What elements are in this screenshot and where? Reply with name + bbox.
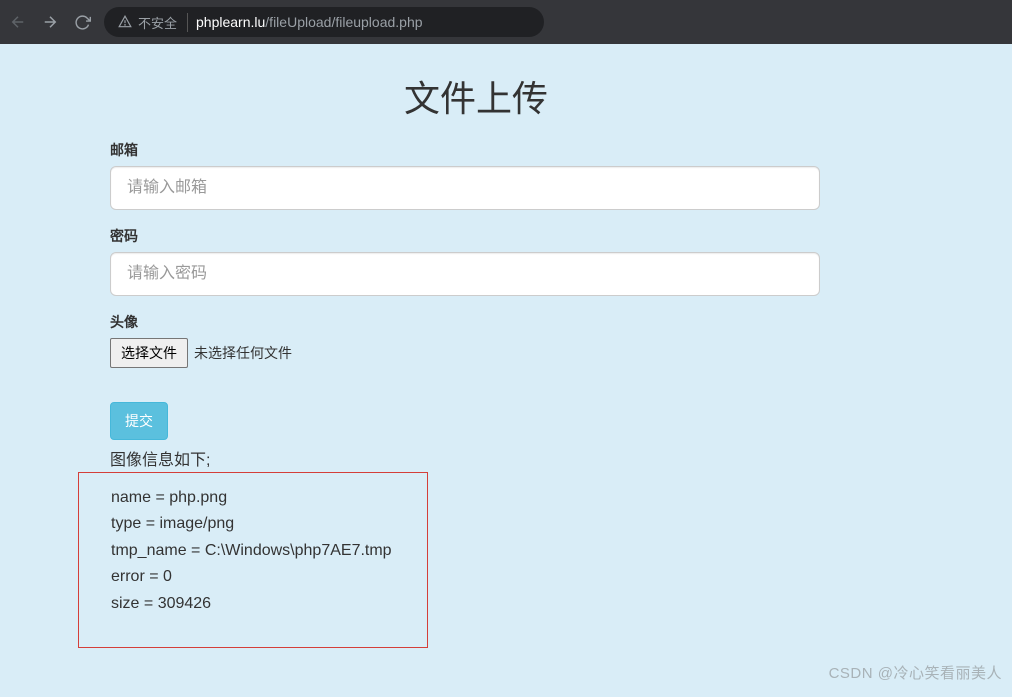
result-line: tmp_name = C:\Windows\php7AE7.tmp: [111, 538, 395, 564]
submit-button[interactable]: 提交: [110, 402, 168, 440]
result-line: size = 309426: [111, 591, 395, 617]
not-secure-indicator: 不安全: [118, 13, 188, 32]
forward-icon[interactable]: [40, 12, 60, 32]
url-text: phplearn.lu/fileUpload/fileupload.php: [196, 14, 423, 30]
avatar-label: 头像: [110, 312, 902, 332]
result-box: name = php.png type = image/png tmp_name…: [78, 472, 428, 648]
url-path: /fileUpload/fileupload.php: [265, 14, 422, 30]
password-label: 密码: [110, 226, 902, 246]
result-line: type = image/png: [111, 511, 395, 537]
address-bar[interactable]: 不安全 phplearn.lu/fileUpload/fileupload.ph…: [104, 7, 544, 37]
back-icon[interactable]: [8, 12, 28, 32]
browser-toolbar: 不安全 phplearn.lu/fileUpload/fileupload.ph…: [0, 0, 1012, 44]
watermark: CSDN @冷心笑看丽美人: [829, 662, 1002, 683]
url-host: phplearn.lu: [196, 14, 265, 30]
avatar-group: 头像 选择文件 未选择任何文件: [110, 312, 902, 368]
password-group: 密码: [110, 226, 902, 296]
reload-icon[interactable]: [72, 12, 92, 32]
result-line: name = php.png: [111, 485, 395, 511]
no-file-text: 未选择任何文件: [194, 343, 292, 363]
choose-file-button[interactable]: 选择文件: [110, 338, 188, 368]
result-line: error = 0: [111, 564, 395, 590]
page-content: 文件上传 邮箱 密码 头像 选择文件 未选择任何文件 提交 图像信息如下; na…: [0, 44, 1012, 648]
not-secure-label: 不安全: [138, 13, 177, 32]
password-input[interactable]: [110, 252, 820, 296]
email-label: 邮箱: [110, 140, 902, 160]
email-input[interactable]: [110, 166, 820, 210]
warning-icon: [118, 15, 132, 29]
email-group: 邮箱: [110, 140, 902, 210]
page-title: 文件上传: [110, 70, 902, 122]
result-heading: 图像信息如下;: [110, 446, 902, 470]
